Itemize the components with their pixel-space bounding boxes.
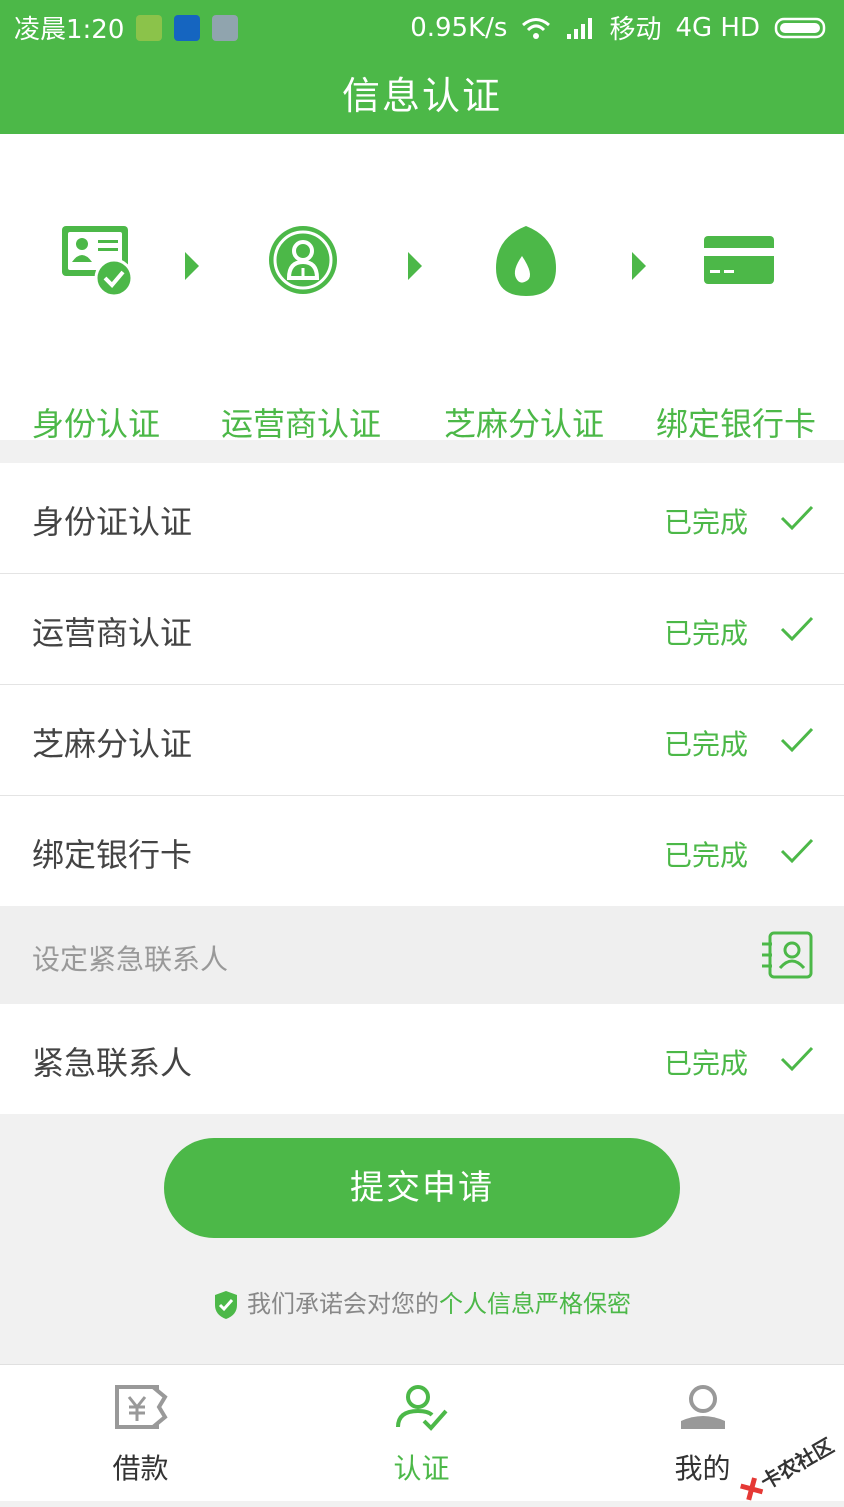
list-item-id-verification[interactable]: 身份证认证 已完成 <box>0 463 844 573</box>
tab-mine[interactable]: 我的 <box>562 1365 843 1501</box>
bottom-tab-bar: 借款 认证 我的 卡农社区 <box>0 1364 844 1501</box>
page-title: 信息认证 <box>341 74 502 118</box>
checkmark-icon <box>780 1046 814 1072</box>
checkmark-icon <box>780 838 814 864</box>
contact-card-icon <box>762 931 813 979</box>
step-arrow <box>185 252 199 280</box>
item-label: 身份证认证 <box>32 503 193 541</box>
id-card-check-icon <box>62 226 134 298</box>
item-label: 运营商认证 <box>32 614 193 652</box>
step-label: 芝麻分认证 <box>444 405 605 443</box>
tab-label: 借款 <box>112 1452 169 1485</box>
list-item-operator-verification[interactable]: 运营商认证 已完成 <box>0 574 844 684</box>
loan-icon <box>114 1385 168 1429</box>
item-label: 绑定银行卡 <box>32 836 193 874</box>
step-arrow <box>632 252 646 280</box>
submit-button[interactable]: 提交申请 <box>164 1138 680 1238</box>
checkmark-icon <box>780 505 814 531</box>
battery-icon <box>774 17 826 38</box>
emergency-contact-section: 设定紧急联系人 <box>0 906 844 1004</box>
item-status: 已完成 <box>663 506 748 539</box>
step-label: 绑定银行卡 <box>656 405 817 443</box>
step-sesame: 芝麻分认证 <box>444 224 604 443</box>
sesame-drop-icon <box>496 226 556 296</box>
wifi-icon <box>522 17 551 39</box>
item-status: 已完成 <box>663 728 748 761</box>
profile-icon <box>680 1385 725 1429</box>
message-notification-icon <box>212 14 239 41</box>
bank-card-icon <box>704 236 774 284</box>
operator-person-icon <box>269 226 337 294</box>
carrier-name: 移动 <box>609 15 662 45</box>
item-status: 已完成 <box>663 1047 748 1080</box>
step-label: 运营商认证 <box>221 405 382 443</box>
privacy-promise: 我们承诺会对您的个人信息严格保密 <box>0 1284 844 1320</box>
download-notification-icon <box>136 14 163 41</box>
tab-verify[interactable]: 认证 <box>281 1365 562 1501</box>
app-notification-icon <box>174 14 201 41</box>
item-status: 已完成 <box>663 617 748 650</box>
network-speed: 0.95K/s <box>410 12 508 43</box>
tab-loan[interactable]: 借款 <box>0 1365 281 1501</box>
step-arrow <box>408 252 422 280</box>
network-type: 4G HD <box>675 12 760 43</box>
tab-label: 认证 <box>393 1452 450 1485</box>
promise-highlight: 个人信息严格保密 <box>439 1290 631 1318</box>
step-bank-card: 绑定银行卡 <box>656 224 816 443</box>
item-label: 芝麻分认证 <box>32 725 193 763</box>
verification-steps: 身份认证 运营商认证 芝麻分认证 绑定银行卡 <box>0 134 844 443</box>
title-bar: 信息认证 <box>0 48 844 134</box>
shield-check-icon <box>215 1291 237 1319</box>
list-item-sesame-verification[interactable]: 芝麻分认证 已完成 <box>0 685 844 795</box>
item-label: 紧急联系人 <box>32 1044 193 1082</box>
checkmark-icon <box>780 727 814 753</box>
status-bar: 凌晨1:20 0.95K/s 移动 4G HD <box>0 0 844 48</box>
checkmark-icon <box>780 616 814 642</box>
status-time: 凌晨1:20 <box>14 15 125 45</box>
list-item-emergency-contact[interactable]: 紧急联系人 已完成 <box>0 1004 844 1114</box>
item-status: 已完成 <box>663 839 748 872</box>
list-item-bind-bank-card[interactable]: 绑定银行卡 已完成 <box>0 796 844 906</box>
verify-user-icon <box>395 1385 447 1431</box>
promise-text: 我们承诺会对您的 <box>247 1290 439 1318</box>
step-label: 身份认证 <box>32 405 161 443</box>
signal-icon <box>567 17 593 39</box>
section-title: 设定紧急联系人 <box>32 943 229 976</box>
step-identity: 身份认证 <box>32 224 160 443</box>
step-operator: 运营商认证 <box>221 224 381 443</box>
